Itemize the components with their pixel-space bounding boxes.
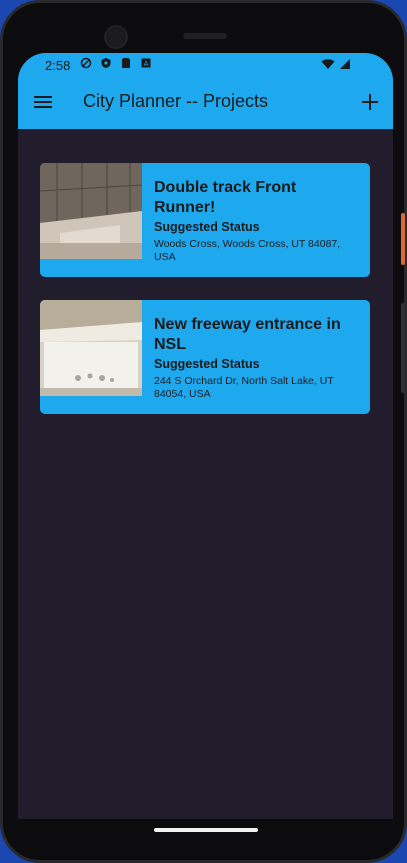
home-indicator[interactable] <box>154 828 258 832</box>
project-list: Double track Front Runner! Suggested Sta… <box>18 129 393 819</box>
hamburger-menu-icon[interactable] <box>32 91 54 113</box>
project-card[interactable]: Double track Front Runner! Suggested Sta… <box>40 163 370 277</box>
vpn-icon <box>80 57 92 69</box>
white-shelf-photo <box>40 300 142 396</box>
project-address: Woods Cross, Woods Cross, UT 84087, USA <box>154 238 341 263</box>
cell-signal-icon <box>340 59 350 69</box>
status-icons-right <box>321 58 351 70</box>
svg-text:A: A <box>144 60 149 68</box>
status-time: 2:58 <box>45 58 71 73</box>
screen: 2:58 A City Planner -- Projects Double t… <box>18 53 393 845</box>
sim-card-icon <box>122 58 130 68</box>
acoustic-panels-photo <box>40 163 142 259</box>
project-status: Suggested Status <box>154 220 260 234</box>
project-title: Double track Front Runner! <box>154 179 297 216</box>
system-navigation-bar <box>18 819 393 845</box>
phone-frame: 2:58 A City Planner -- Projects Double t… <box>0 0 407 863</box>
power-button <box>401 213 405 265</box>
autofill-icon: A <box>141 58 151 68</box>
project-card[interactable]: New freeway entrance in NSL Suggested St… <box>40 300 370 414</box>
page-title: City Planner -- Projects <box>83 91 269 111</box>
volume-button <box>401 303 405 393</box>
plus-icon[interactable] <box>359 91 381 113</box>
app-bar: City Planner -- Projects <box>18 77 393 129</box>
shield-icon <box>101 58 111 68</box>
project-address: 244 S Orchard Dr, North Salt Lake, UT 84… <box>154 375 334 400</box>
front-camera <box>104 25 128 49</box>
earpiece-speaker <box>183 33 227 39</box>
wifi-icon <box>321 59 335 69</box>
status-bar: 2:58 A <box>18 53 393 77</box>
project-title: New freeway entrance in NSL <box>154 316 341 353</box>
project-status: Suggested Status <box>154 357 260 371</box>
status-icons-left: A <box>80 57 152 69</box>
